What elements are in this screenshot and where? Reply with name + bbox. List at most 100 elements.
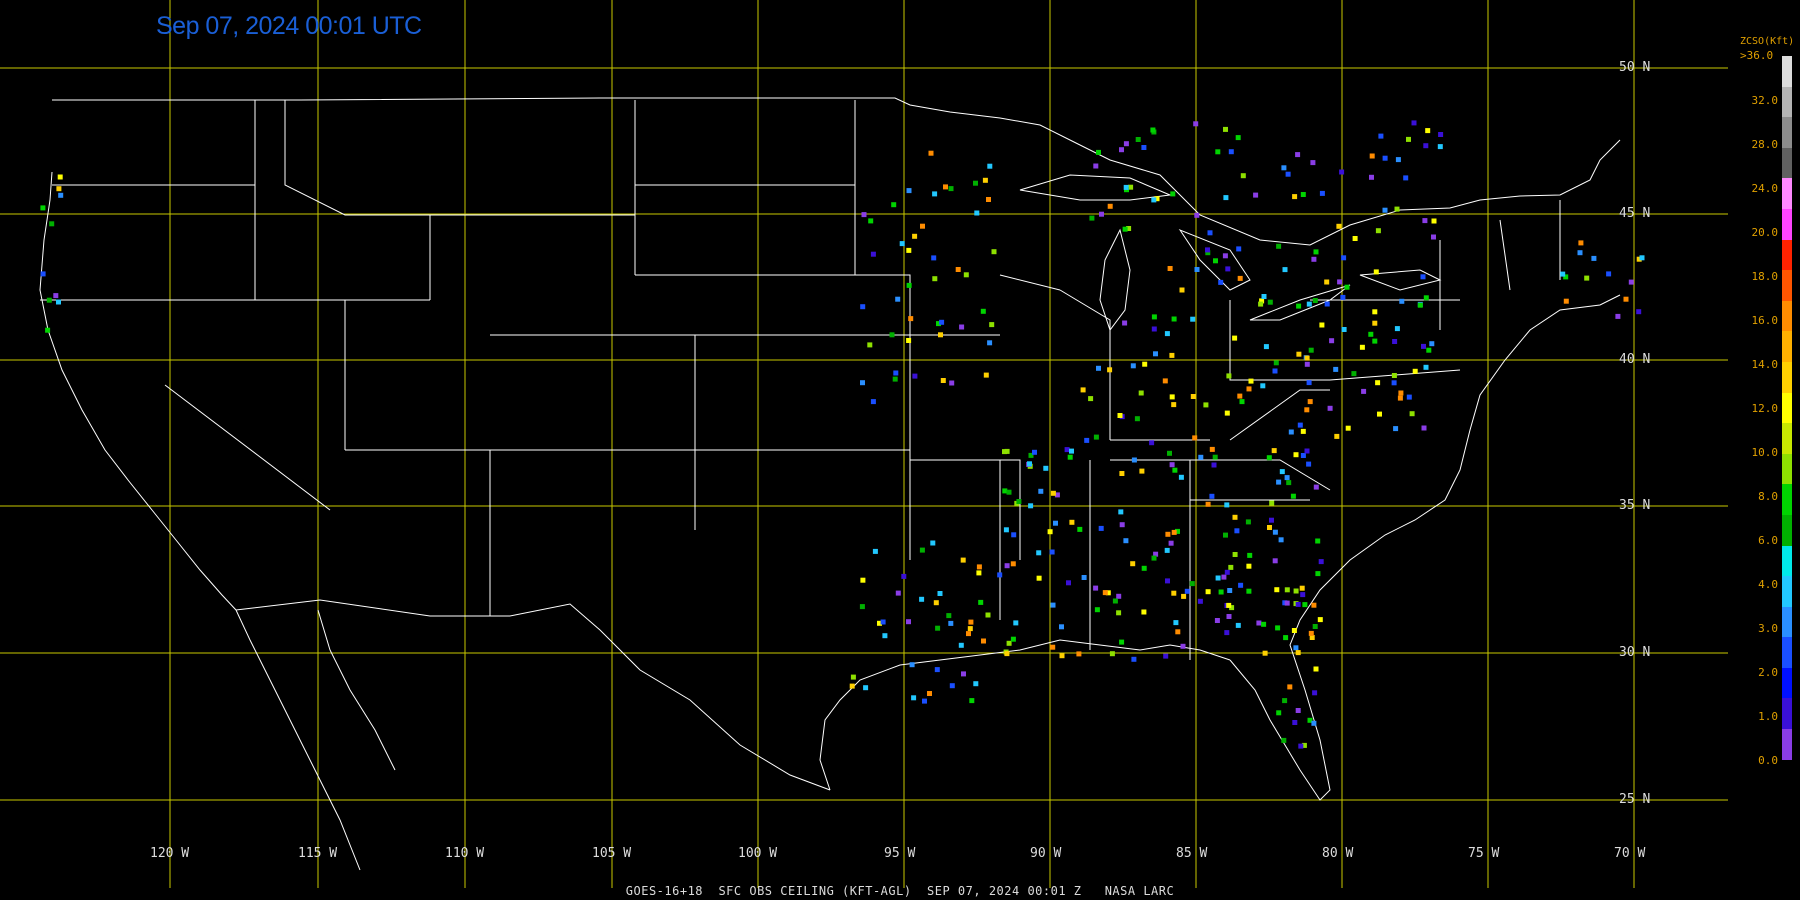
latitude-label: 50 N (1619, 60, 1651, 75)
station-marker (1266, 455, 1272, 461)
station-marker (1036, 575, 1042, 581)
station-marker (1189, 581, 1195, 587)
station-marker (934, 667, 940, 673)
legend-color-segment (1782, 698, 1792, 730)
station-marker (1225, 266, 1231, 272)
station-marker (1315, 571, 1321, 577)
station-marker (901, 573, 907, 579)
station-marker (1577, 250, 1583, 256)
station-marker (1312, 298, 1318, 303)
station-marker (40, 205, 46, 211)
station-marker (1306, 380, 1312, 386)
station-marker (1123, 184, 1129, 190)
station-marker (1123, 141, 1129, 147)
station-marker (1050, 490, 1056, 496)
station-marker (861, 212, 867, 218)
station-marker (1336, 223, 1342, 229)
station-marker (1149, 440, 1155, 446)
station-marker (1223, 195, 1229, 201)
legend-color-segment (1782, 56, 1792, 87)
station-marker (1272, 558, 1278, 564)
station-marker (57, 174, 63, 180)
station-marker (1194, 267, 1200, 272)
station-marker (919, 547, 925, 553)
station-marker (1563, 298, 1569, 304)
station-marker (56, 186, 62, 192)
longitude-label: 95 W (884, 846, 916, 861)
station-marker (1169, 462, 1175, 468)
legend-color-segment (1782, 239, 1792, 271)
station-marker (850, 674, 856, 680)
station-marker (1375, 380, 1381, 386)
station-marker (53, 293, 59, 299)
station-marker (1293, 588, 1299, 594)
station-marker (1203, 402, 1209, 408)
station-marker (1165, 531, 1171, 537)
station-marker (1423, 364, 1429, 370)
station-marker (1076, 651, 1082, 657)
lake-ontario (1359, 269, 1442, 291)
station-marker (1324, 279, 1330, 285)
station-marker (1297, 422, 1303, 428)
station-marker (1307, 399, 1313, 405)
station-marker (1292, 720, 1298, 725)
station-marker (1312, 690, 1318, 696)
station-marker (1218, 589, 1224, 595)
station-marker (1306, 461, 1312, 467)
station-marker (872, 548, 878, 554)
legend-color-segment (1782, 423, 1792, 454)
legend-color-segment (1782, 270, 1792, 301)
station-marker (1276, 479, 1282, 485)
station-marker (1372, 320, 1378, 326)
legend-color-segment (1782, 576, 1792, 607)
station-marker (987, 340, 993, 346)
station-marker (1213, 258, 1218, 264)
station-marker (1299, 585, 1305, 591)
station-observations (40, 120, 1645, 749)
station-marker (1560, 271, 1566, 277)
station-marker (1591, 255, 1597, 261)
station-marker (1168, 540, 1174, 546)
station-marker (974, 210, 980, 216)
station-marker (1165, 578, 1170, 584)
station-marker (1369, 153, 1375, 159)
station-marker (1311, 256, 1317, 262)
station-marker (1221, 574, 1227, 580)
station-marker (849, 683, 855, 689)
station-marker (1067, 454, 1073, 460)
station-marker (1169, 352, 1175, 358)
station-marker (1296, 303, 1302, 309)
legend-color-segment (1782, 545, 1792, 577)
station-marker (1288, 429, 1294, 435)
station-marker (1345, 425, 1351, 431)
station-marker (1175, 629, 1181, 635)
station-marker (1417, 302, 1423, 308)
station-marker (1112, 598, 1118, 604)
station-marker (1178, 474, 1184, 480)
station-marker (932, 276, 938, 282)
longitude-label: 90 W (1030, 846, 1062, 861)
station-marker (1180, 643, 1186, 649)
station-marker (1162, 378, 1168, 384)
station-marker (1164, 331, 1170, 337)
station-marker (1292, 194, 1298, 200)
station-marker (1291, 628, 1297, 633)
station-marker (933, 600, 939, 606)
latitude-label: 40 N (1619, 352, 1651, 367)
station-marker (1284, 587, 1290, 593)
station-marker (882, 633, 888, 639)
station-marker (1423, 143, 1429, 149)
legend-color-segment (1782, 331, 1792, 362)
station-marker (1382, 155, 1388, 161)
us-mexico-border (235, 599, 831, 791)
station-marker (1399, 298, 1405, 304)
station-marker (1228, 564, 1234, 570)
station-marker (1281, 737, 1287, 743)
station-marker (989, 322, 995, 328)
sierra-nevada-border (164, 384, 331, 511)
station-marker (56, 299, 61, 305)
station-marker (1422, 218, 1428, 224)
station-marker (1306, 301, 1312, 307)
station-marker (867, 342, 873, 348)
station-marker (1151, 314, 1157, 320)
